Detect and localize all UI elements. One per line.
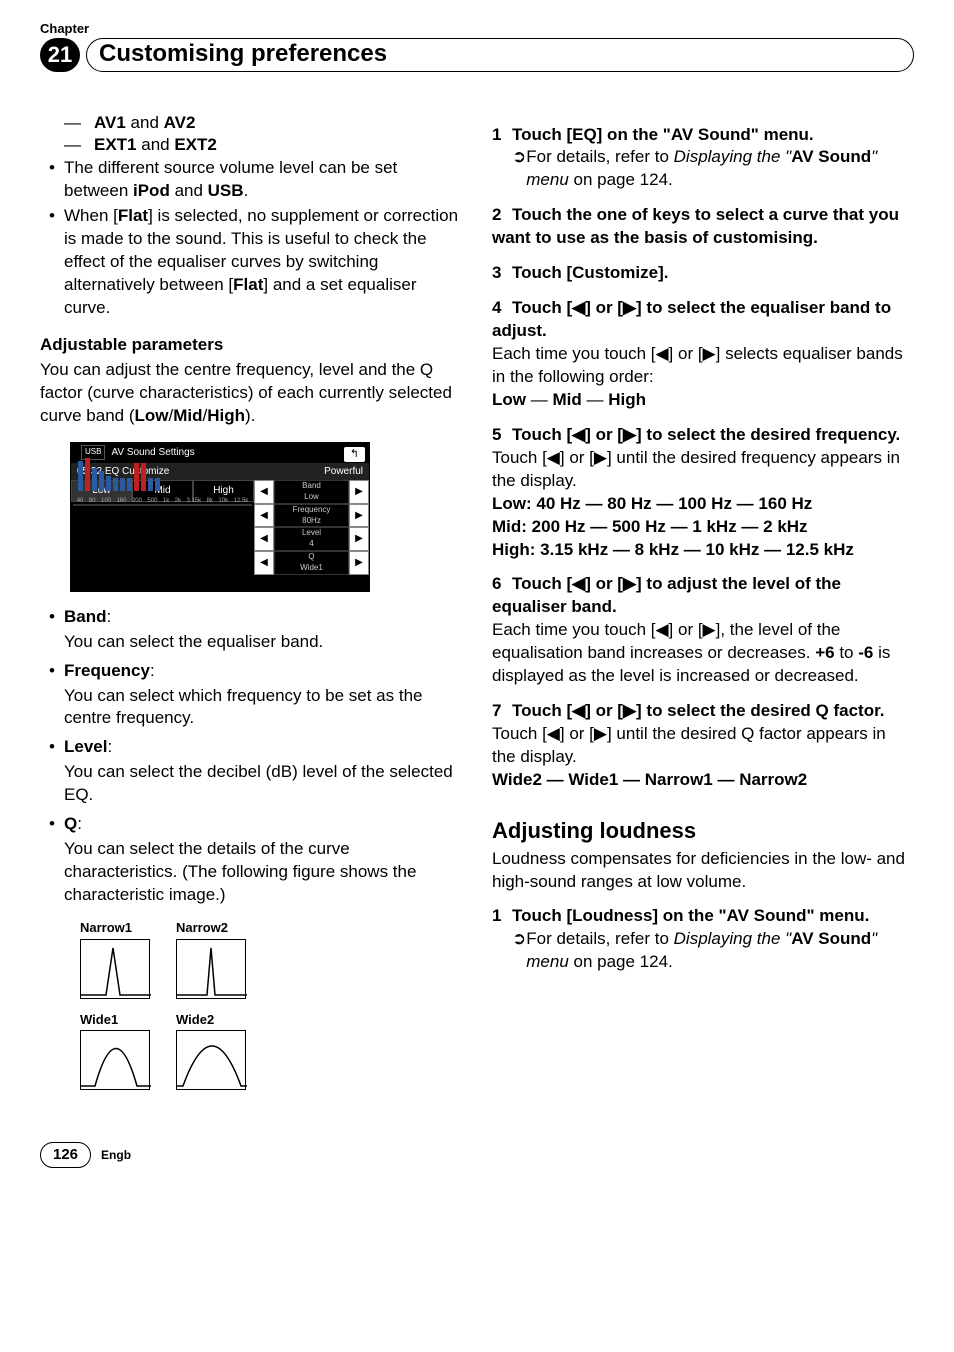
ext2-label: EXT2 [174,135,217,154]
term-q: •Q: [40,813,462,836]
adjustable-parameters-text: You can adjust the centre frequency, lev… [40,359,462,428]
preset-label: Powerful [324,465,363,479]
page-footer: 126 Engb [40,1142,914,1168]
narrow2-curve [176,939,246,999]
page-header: Chapter 21 Customising preferences [40,20,914,72]
av2-label: AV2 [164,113,196,132]
chapter-label: Chapter [40,20,914,38]
level-control: Level4 [274,527,349,551]
flat-note: • When [Flat] is selected, no supplement… [40,205,462,320]
wide1-label: Wide1 [80,1011,158,1029]
step-6-body: Each time you touch [◀] or [▶], the leve… [492,619,914,688]
step-3: 3Touch [Customize]. [492,262,914,285]
ext1-label: EXT1 [94,135,137,154]
wide2-label: Wide2 [176,1011,254,1029]
band-prev-button[interactable]: ◀ [254,480,274,504]
left-column: — AV1 and AV2 — EXT1 and EXT2 • The diff… [40,112,462,1103]
dash-icon: — [64,134,94,157]
step-6: 6Touch [◀] or [▶] to adjust the level of… [492,573,914,688]
freq-prev-button[interactable]: ◀ [254,504,274,528]
q-order: Wide2 — Wide1 — Narrow1 — Narrow2 [492,770,807,789]
step-4-body: Each time you touch [◀] or [▶] selects e… [492,343,914,389]
ipod-label: iPod [133,181,170,200]
reference-link: ➲For details, refer to Displaying the "A… [492,146,914,192]
loudness-step-1: 1Touch [Loudness] on the "AV Sound" menu… [492,905,914,974]
chapter-title: Customising preferences [86,38,914,72]
term-frequency-desc: You can select which frequency to be set… [40,685,462,731]
step-1: 1Touch [EQ] on the "AV Sound" menu. ➲For… [492,124,914,193]
ext-line: — EXT1 and EXT2 [40,134,462,157]
q-curve-figures: Narrow1 Narrow2 Wide1 Wide2 [80,919,462,1090]
level-prev-button[interactable]: ◀ [254,527,274,551]
bullet-icon: • [40,205,64,320]
bullet-icon: • [40,660,64,683]
bullet-icon: • [40,606,64,629]
term-level: •Level: [40,736,462,759]
narrow1-label: Narrow1 [80,919,158,937]
freq-next-button[interactable]: ▶ [349,504,369,528]
back-icon[interactable]: ↰ [344,447,365,462]
bullet-icon: • [40,157,64,203]
term-band-desc: You can select the equaliser band. [40,631,462,654]
narrow1-curve [80,939,150,999]
term-q-desc: You can select the details of the curve … [40,838,462,907]
band-next-button[interactable]: ▶ [349,480,369,504]
dash-icon: — [64,112,94,135]
step-4: 4Touch [◀] or [▶] to select the equalise… [492,297,914,412]
term-level-desc: You can select the decibel (dB) level of… [40,761,462,807]
step-2: 2Touch the one of keys to select a curve… [492,204,914,250]
av-line: — AV1 and AV2 [40,112,462,135]
narrow2-label: Narrow2 [176,919,254,937]
wide2-curve [176,1030,246,1090]
term-frequency: •Frequency: [40,660,462,683]
band-control: BandLow [274,480,349,504]
source-volume-note: • The different source volume level can … [40,157,462,203]
frequency-control: Frequency80Hz [274,504,349,528]
level-next-button[interactable]: ▶ [349,527,369,551]
language-label: Engb [101,1147,131,1163]
q-next-button[interactable]: ▶ [349,551,369,575]
q-prev-button[interactable]: ◀ [254,551,274,575]
step-7-body: Touch [◀] or [▶] until the desired Q fac… [492,723,914,769]
flat-label: Flat [233,275,263,294]
bullet-icon: • [40,813,64,836]
bullet-icon: • [40,736,64,759]
eq-graph [78,441,247,491]
q-control: QWide1 [274,551,349,575]
loudness-desc: Loudness compensates for deficiencies in… [492,848,914,894]
reference-link: ➲For details, refer to Displaying the "A… [492,928,914,974]
reference-icon: ➲ [512,928,526,974]
page-number: 126 [40,1142,91,1168]
flat-label: Flat [118,206,148,225]
step-7: 7Touch [◀] or [▶] to select the desired … [492,700,914,792]
usb-label: USB [208,181,244,200]
av1-label: AV1 [94,113,126,132]
right-column: 1Touch [EQ] on the "AV Sound" menu. ➲For… [492,112,914,1103]
wide1-curve [80,1030,150,1090]
adjustable-parameters-heading: Adjustable parameters [40,334,462,357]
eq-screenshot: ↰ USB AV Sound Settings 05:32 EQ Customi… [70,442,370,592]
reference-icon: ➲ [512,146,526,192]
step-5: 5Touch [◀] or [▶] to select the desired … [492,424,914,562]
step-5-body: Touch [◀] or [▶] until the desired frequ… [492,447,914,493]
term-band: •Band: [40,606,462,629]
chapter-number: 21 [40,38,80,72]
adjusting-loudness-heading: Adjusting loudness [492,816,914,846]
